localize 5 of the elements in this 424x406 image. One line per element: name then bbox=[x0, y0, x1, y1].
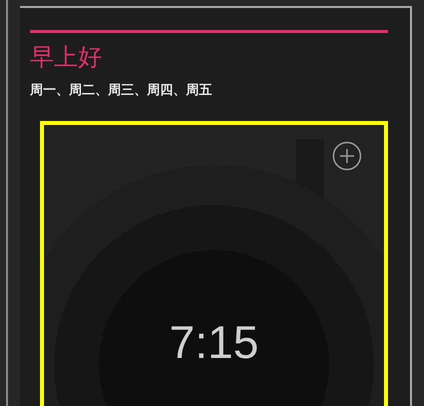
alarm-title: 早上好 bbox=[30, 42, 103, 73]
alarm-days: 周一、周二、周三、周四、周五 bbox=[30, 81, 388, 99]
alarm-time: 7:15 bbox=[169, 315, 259, 369]
alarm-tile[interactable]: 7:15 bbox=[40, 121, 388, 406]
add-icon[interactable] bbox=[332, 141, 362, 171]
